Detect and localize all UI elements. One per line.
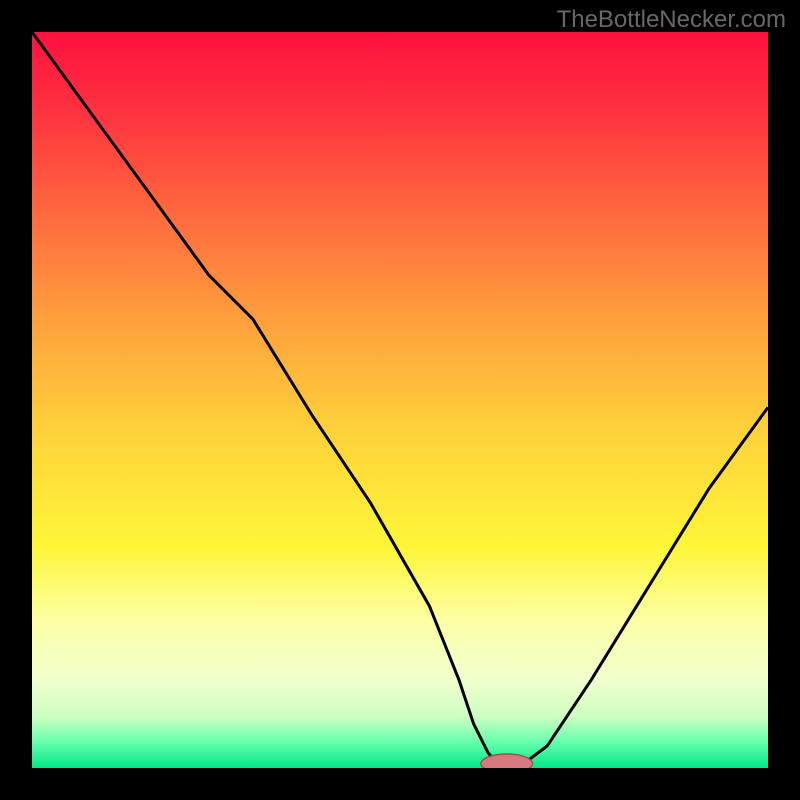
- optimum-marker: [481, 754, 533, 768]
- chart-frame: TheBottleNecker.com: [0, 0, 800, 800]
- chart-svg: [32, 32, 768, 768]
- plot-area: [32, 32, 768, 768]
- gradient-background: [32, 32, 768, 768]
- watermark-text: TheBottleNecker.com: [557, 6, 786, 34]
